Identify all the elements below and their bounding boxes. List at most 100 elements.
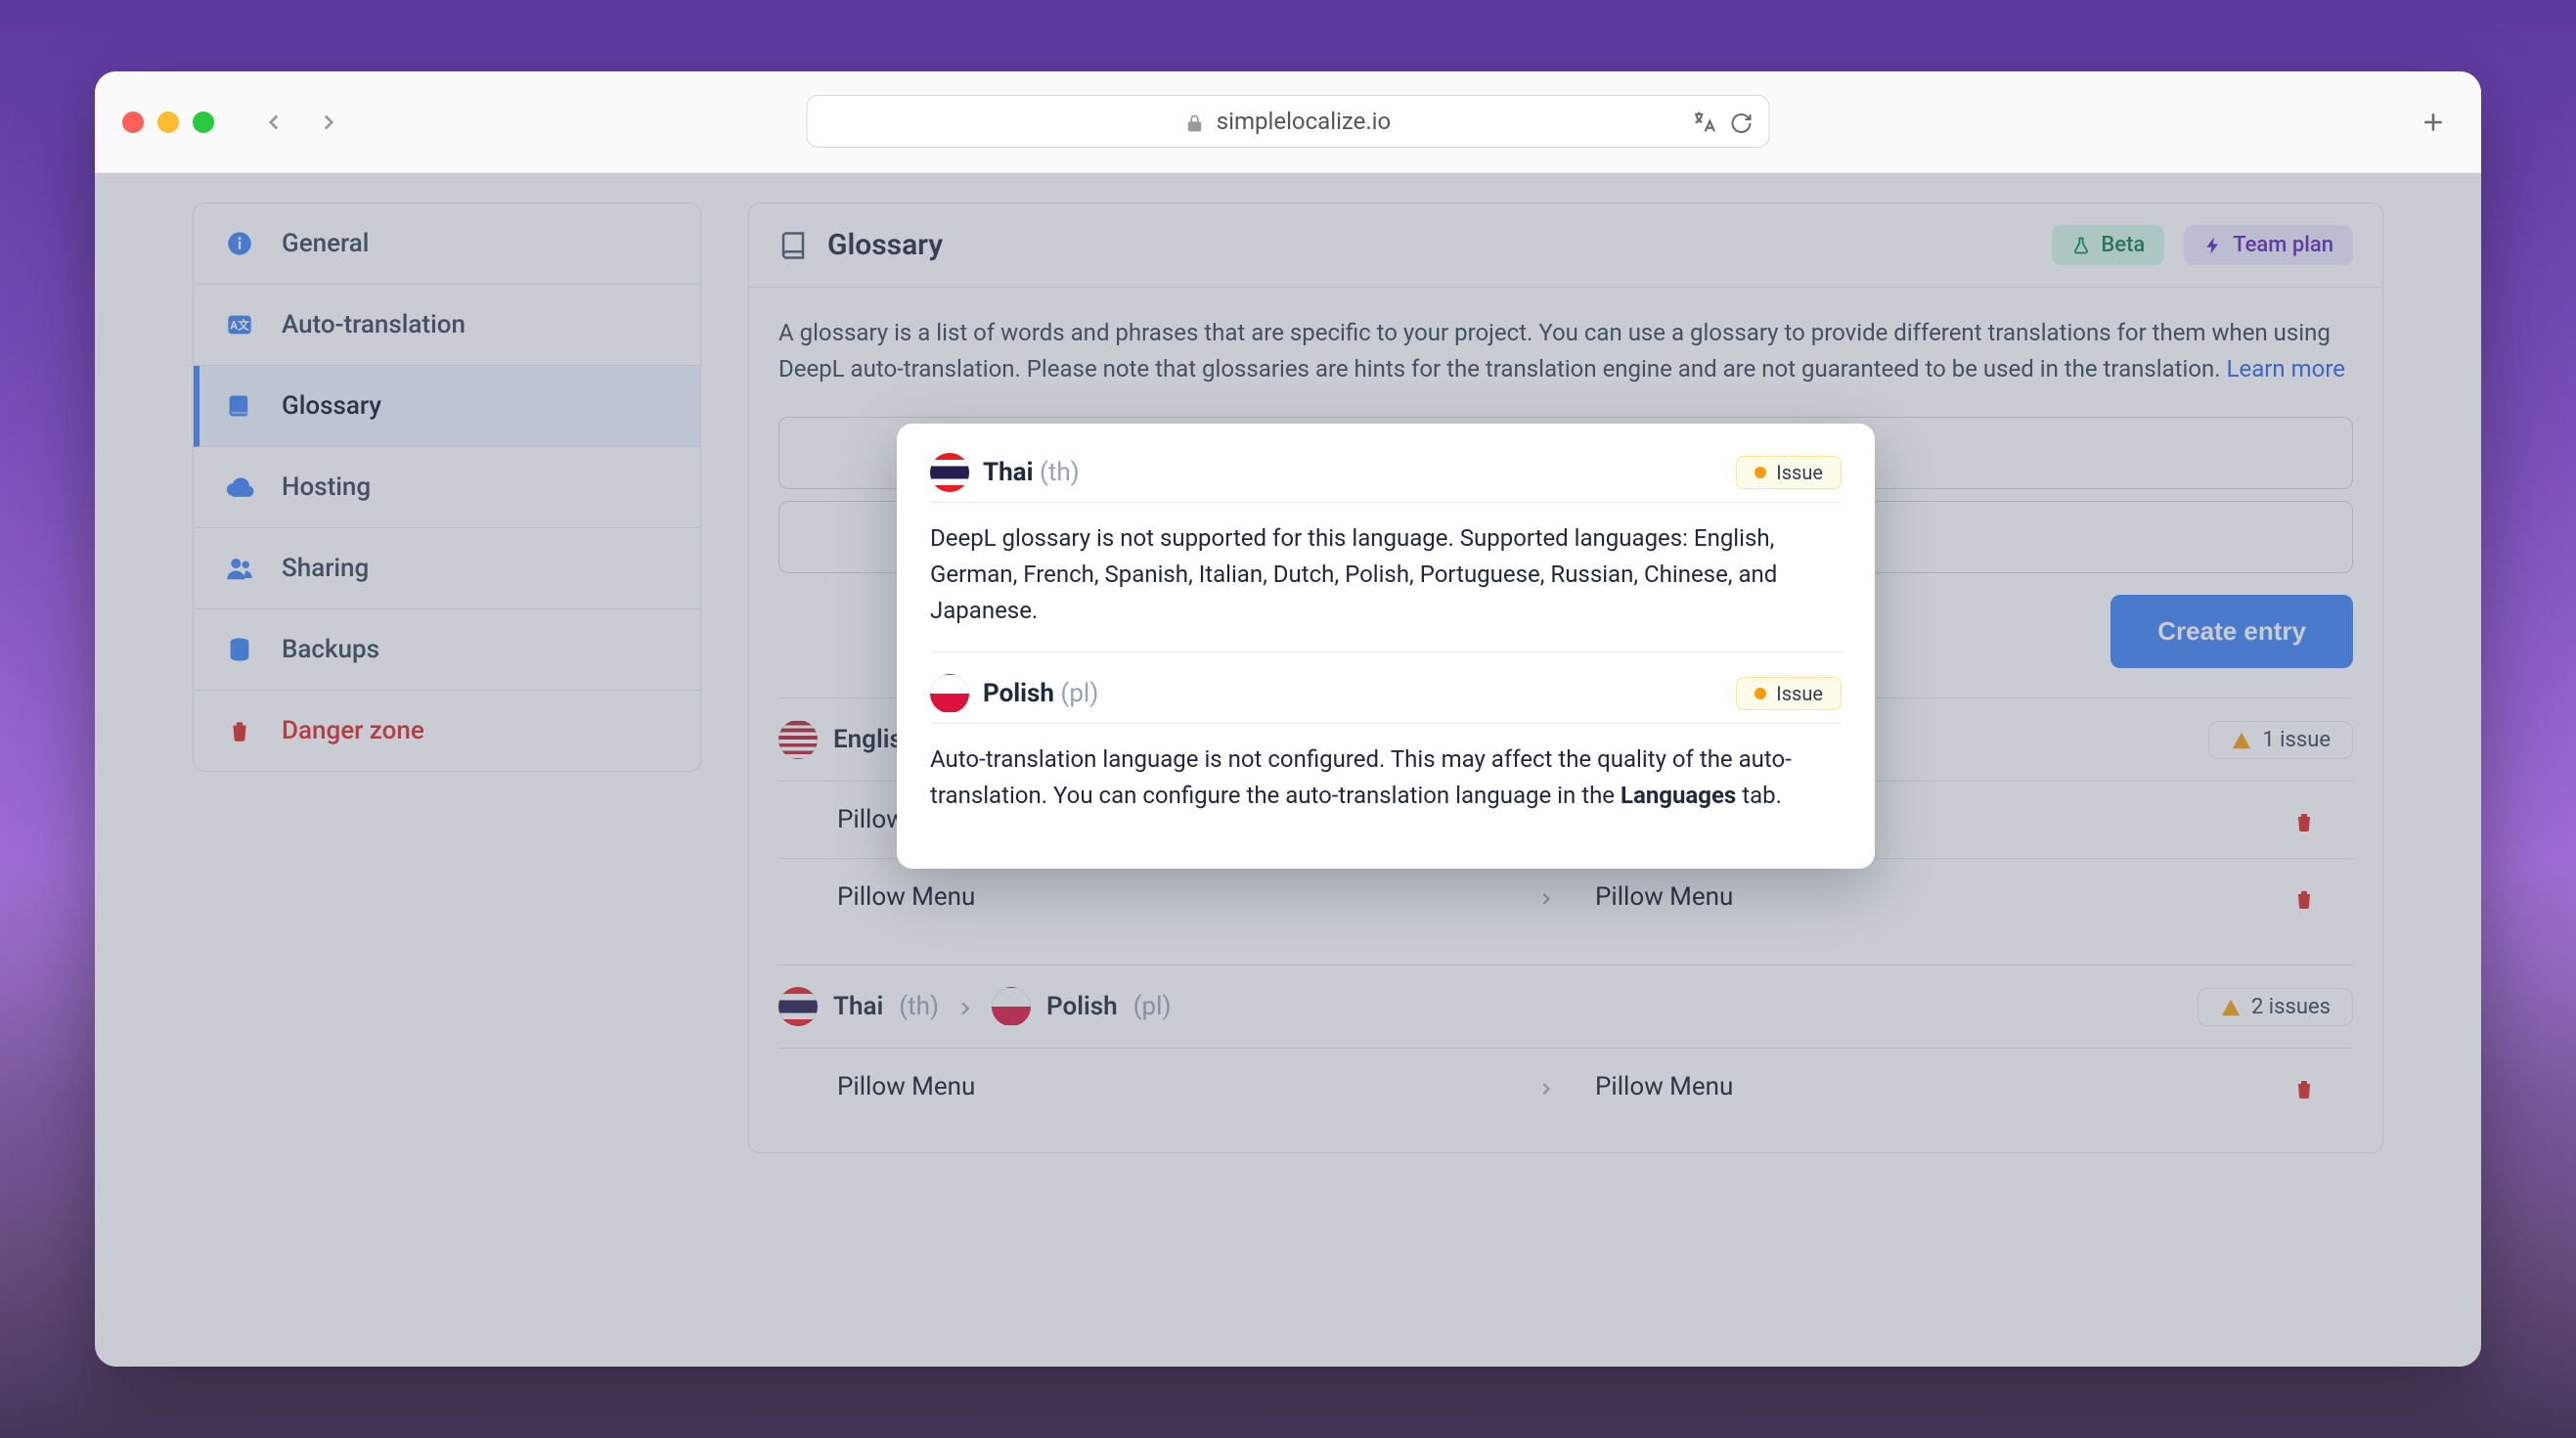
glossary-entry-row: Pillow Menu Pillow Menu (778, 858, 2353, 935)
source-lang-code: (th) (899, 992, 939, 1021)
new-tab-button[interactable] (2419, 108, 2448, 137)
forward-button[interactable] (316, 110, 341, 135)
delete-entry-button[interactable] (2285, 1072, 2324, 1101)
beta-badge: Beta (2052, 225, 2164, 265)
chevron-right-icon (1527, 882, 1566, 912)
browser-window: simplelocalize.io General (95, 71, 2481, 1367)
popover-body-suffix: tab. (1736, 782, 1782, 809)
source-lang-name: Thai (833, 992, 883, 1021)
chevron-right-icon (1527, 1072, 1566, 1101)
popover-body: Auto-translation language is not configu… (930, 741, 1842, 814)
back-button[interactable] (261, 110, 287, 135)
url-bar-actions (1691, 107, 1754, 136)
popover-lang-name: Polish (983, 679, 1054, 708)
popover-section-header: Polish (pl) Issue (930, 674, 1842, 724)
flag-pl-icon (930, 674, 969, 713)
sidebar-item-label: Auto-translation (282, 310, 466, 339)
book-icon (778, 231, 808, 260)
flag-th-icon (930, 453, 969, 492)
issue-pill-label: Issue (1776, 682, 1823, 705)
titlebar: simplelocalize.io (95, 71, 2481, 173)
issues-chip[interactable]: 1 issue (2208, 721, 2353, 759)
popover-body-text: DeepL glossary is not supported for this… (930, 520, 1842, 630)
sidebar-item-label: General (282, 229, 369, 258)
url-text: simplelocalize.io (1217, 108, 1391, 135)
sidebar-item-auto-translation[interactable]: A文 Auto-translation (194, 285, 700, 366)
popover-lang-name: Thai (983, 458, 1033, 487)
glossary-entry-row: Pillow Menu Pillow Menu (778, 1048, 2353, 1125)
sidebar-item-danger-zone[interactable]: Danger zone (194, 691, 700, 771)
status-dot-icon (1754, 688, 1766, 699)
description-paragraph: A glossary is a list of words and phrase… (778, 315, 2353, 387)
reload-icon[interactable] (1730, 108, 1754, 135)
flask-icon (2071, 233, 2091, 257)
issue-pill-label: Issue (1776, 461, 1823, 484)
flag-th-icon (778, 987, 818, 1026)
book-icon (223, 392, 256, 420)
popover-lang-code: (th) (1040, 458, 1080, 487)
warning-icon (2220, 995, 2242, 1019)
popover-section: Thai (th) Issue DeepL glossary is not su… (930, 449, 1842, 652)
translate-icon[interactable] (1691, 107, 1718, 136)
sidebar-item-backups[interactable]: Backups (194, 609, 700, 691)
team-plan-badge[interactable]: Team plan (2184, 225, 2353, 265)
entry-target-text: Pillow Menu (1566, 1072, 2285, 1101)
status-dot-icon (1754, 467, 1766, 478)
sidebar-item-label: Glossary (282, 391, 381, 421)
sidebar-item-hosting[interactable]: Hosting (194, 447, 700, 528)
database-icon (223, 636, 256, 663)
popover-body-bold: Languages (1621, 782, 1736, 809)
issues-chip[interactable]: 2 issues (2198, 988, 2353, 1026)
sidebar-item-label: Danger zone (282, 716, 424, 745)
entry-source-text: Pillow Menu (808, 1072, 1527, 1101)
bolt-icon (2203, 233, 2223, 257)
translate-icon: A文 (223, 311, 256, 338)
chevron-right-icon (955, 992, 976, 1021)
sidebar-item-label: Backups (282, 635, 379, 664)
entry-source-text: Pillow Menu (808, 882, 1527, 912)
nav-arrows (261, 110, 341, 135)
window-controls (122, 112, 214, 133)
description-text: A glossary is a list of words and phrase… (778, 319, 2331, 382)
sidebar-item-general[interactable]: General (194, 203, 700, 285)
users-icon (223, 554, 256, 583)
popover-section: Polish (pl) Issue Auto-translation langu… (930, 652, 1842, 835)
section-header: Thai (th) Polish (pl) (778, 966, 2353, 1048)
delete-entry-button[interactable] (2285, 805, 2324, 834)
issue-pill: Issue (1736, 677, 1842, 710)
flag-pl-icon (992, 987, 1031, 1026)
sidebar: General A文 Auto-translation Glossary Hos… (193, 202, 701, 772)
issues-popover: Thai (th) Issue DeepL glossary is not su… (897, 424, 1875, 869)
main-header: Glossary Beta Team plan (749, 203, 2382, 288)
issues-count-label: 1 issue (2262, 728, 2331, 752)
lock-icon (1185, 108, 1205, 135)
learn-more-link[interactable]: Learn more (2227, 355, 2345, 382)
beta-label: Beta (2101, 233, 2145, 257)
close-window-button[interactable] (122, 112, 144, 133)
sidebar-item-sharing[interactable]: Sharing (194, 528, 700, 609)
url-bar[interactable]: simplelocalize.io (807, 95, 1770, 148)
issues-count-label: 2 issues (2251, 995, 2331, 1019)
maximize-window-button[interactable] (193, 112, 214, 133)
sidebar-item-glossary[interactable]: Glossary (194, 366, 700, 447)
issue-pill: Issue (1736, 456, 1842, 489)
sidebar-item-label: Sharing (282, 554, 369, 583)
popover-lang-code: (pl) (1060, 679, 1098, 708)
glossary-section: Thai (th) Polish (pl) (778, 965, 2353, 1125)
entry-target-text: Pillow Menu (1566, 882, 2285, 912)
popover-section-header: Thai (th) Issue (930, 453, 1842, 503)
cloud-icon (223, 472, 256, 502)
warning-icon (2231, 728, 2252, 752)
minimize-window-button[interactable] (157, 112, 179, 133)
target-lang-name: Polish (1046, 992, 1118, 1021)
team-plan-label: Team plan (2233, 233, 2333, 257)
page-title: Glossary (827, 228, 943, 262)
svg-text:A文: A文 (230, 319, 249, 333)
sidebar-item-label: Hosting (282, 472, 371, 502)
delete-entry-button[interactable] (2285, 882, 2324, 912)
create-entry-button[interactable]: Create entry (2110, 595, 2353, 668)
target-lang-code: (pl) (1133, 992, 1172, 1021)
trash-icon (223, 718, 256, 743)
info-icon (223, 230, 256, 257)
flag-en-icon (778, 720, 818, 759)
